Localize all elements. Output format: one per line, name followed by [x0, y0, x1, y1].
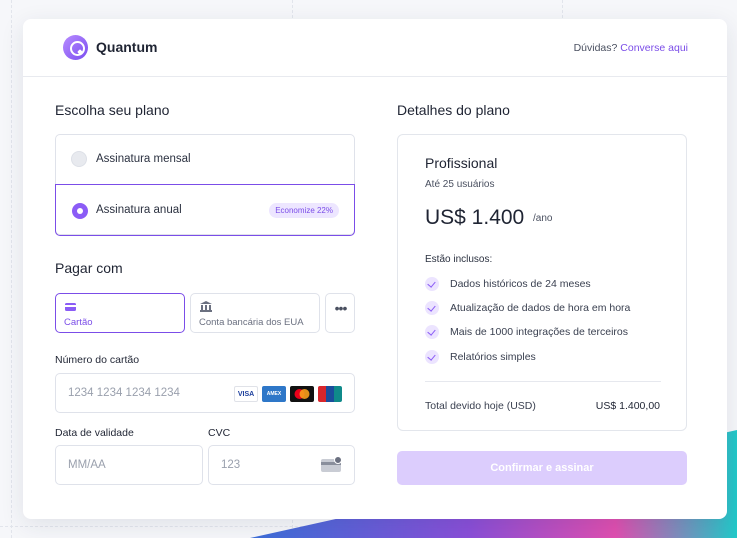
plan-option-label: Assinatura anual [96, 204, 182, 216]
unionpay-icon [318, 386, 342, 402]
plan-details-panel: Profissional Até 25 usuários US$ 1.400 /… [397, 134, 687, 431]
cvc-card-icon [321, 456, 342, 472]
cvc-placeholder: 123 [221, 459, 241, 471]
plan-section-title: Escolha seu plano [55, 102, 170, 118]
plan-tier: Profissional [425, 155, 498, 171]
details-section-title: Detalhes do plano [397, 102, 510, 118]
divider [425, 381, 661, 382]
radio-selected[interactable] [72, 203, 88, 219]
expiry-label: Data de validade [55, 427, 134, 439]
cvc-input[interactable]: 123 [208, 445, 355, 485]
check-icon [425, 301, 439, 315]
plan-option-monthly[interactable]: Assinatura mensal [56, 135, 356, 185]
payment-method-bank[interactable]: Conta bancária dos EUA [190, 293, 320, 333]
plan-users: Até 25 usuários [425, 179, 495, 190]
check-icon [425, 325, 439, 339]
plan-options: Assinatura mensal Assinatura anual Econo… [55, 134, 356, 236]
check-icon [425, 350, 439, 364]
total-label: Total devido hoje (USD) [425, 400, 536, 412]
amex-icon: AMEX [262, 386, 286, 402]
plan-price: US$ 1.400 [425, 206, 525, 229]
checkout-card: Quantum Dúvidas? Converse aqui Escolha s… [23, 19, 727, 519]
card-number-input[interactable]: 1234 1234 1234 1234 VISA AMEX [55, 373, 355, 413]
help-text: Dúvidas? Converse aqui [574, 42, 688, 54]
plan-option-annual[interactable]: Assinatura anual Economize 22% [55, 184, 355, 236]
payment-method-more[interactable]: ••• [325, 293, 355, 333]
more-dots-icon: ••• [334, 300, 348, 316]
feature-label: Relatórios simples [450, 351, 536, 363]
card-number-placeholder: 1234 1234 1234 1234 [68, 387, 180, 399]
payment-method-card[interactable]: Cartão [55, 293, 185, 333]
expiry-input[interactable]: MM/AA [55, 445, 203, 485]
radio-unselected[interactable] [71, 151, 87, 167]
card-header: Quantum Dúvidas? Converse aqui [23, 19, 727, 77]
help-prefix: Dúvidas? [573, 42, 618, 54]
chat-link[interactable]: Converse aqui [620, 42, 688, 54]
cvc-label: CVC [208, 427, 231, 439]
price-period: /ano [533, 213, 553, 224]
included-heading: Estão inclusos: [425, 254, 493, 265]
visa-icon: VISA [234, 386, 258, 402]
payment-method-label: Conta bancária dos EUA [199, 317, 304, 328]
savings-badge: Economize 22% [269, 203, 339, 218]
expiry-placeholder: MM/AA [68, 459, 106, 471]
plan-option-label: Assinatura mensal [96, 153, 191, 165]
card-number-label: Número do cartão [55, 354, 140, 366]
check-icon [425, 277, 439, 291]
confirm-subscribe-button[interactable]: Confirmar e assinar [397, 451, 687, 485]
payment-section-title: Pagar com [55, 260, 123, 276]
brand-name: Quantum [96, 39, 158, 55]
quantum-logo-icon [63, 35, 88, 60]
total-value: US$ 1.400,00 [595, 400, 660, 412]
mastercard-icon [290, 386, 314, 402]
bank-icon [200, 301, 212, 312]
payment-method-label: Cartão [64, 317, 93, 328]
feature-label: Mais de 1000 integrações de terceiros [450, 326, 629, 338]
feature-label: Atualização de dados de hora em hora [450, 302, 631, 314]
feature-label: Dados históricos de 24 meses [450, 278, 591, 290]
credit-card-icon [65, 303, 76, 311]
